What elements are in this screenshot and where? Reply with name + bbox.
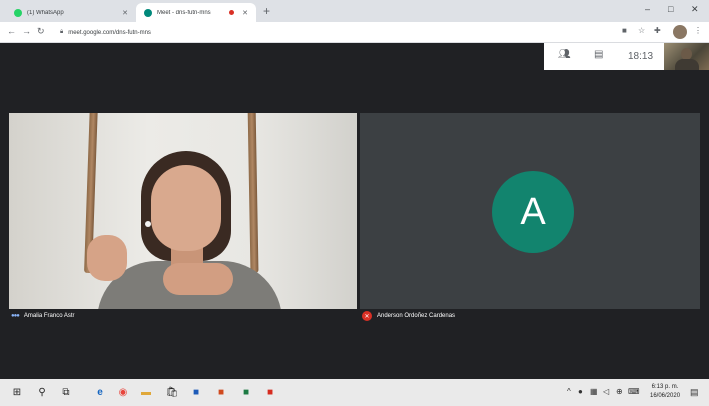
avatar: A: [492, 171, 574, 253]
task-view-icon[interactable]: ⧉: [60, 386, 72, 398]
chevron-up-icon[interactable]: ^: [567, 387, 571, 396]
powerpoint-icon[interactable]: ■: [215, 386, 227, 398]
participants-icon[interactable]: 👥︎: [558, 49, 571, 60]
profile-avatar[interactable]: [673, 25, 687, 39]
acrobat-icon[interactable]: ■: [264, 386, 276, 398]
lock-icon: 🔒︎: [60, 29, 64, 35]
participant-name-left: ●●● Amalia Franco Astr: [11, 309, 75, 323]
participant-tile-video[interactable]: [9, 113, 357, 309]
meet-top-controls: 👥︎ ▤ 18:13: [544, 43, 709, 70]
tab-meet[interactable]: Meet - dns-futn-mns ✕: [136, 3, 256, 22]
meet-stage: 👥︎ ▤ 18:13 A ●●● Amalia Franco Astr ✕ An…: [0, 43, 709, 379]
browser-toolbar: ← → ↻ 🔒︎ meet.google.com/dns-futn-mns ■ …: [0, 22, 709, 43]
whatsapp-icon: [14, 8, 22, 17]
camera-permission-icon[interactable]: ■: [622, 26, 627, 35]
language-icon[interactable]: ⊕: [616, 387, 623, 396]
tab-whatsapp[interactable]: (1) WhatsApp ✕: [6, 3, 136, 22]
forward-icon[interactable]: →: [22, 26, 31, 36]
maximize-button[interactable]: □: [668, 4, 673, 14]
notifications-icon[interactable]: ▤: [690, 387, 699, 398]
mic-off-icon: ✕: [362, 311, 372, 321]
chrome-icon[interactable]: ◉: [117, 386, 129, 398]
clock-date: 16/06/2020: [650, 393, 681, 399]
system-clock[interactable]: 6:13 p. m. 16/06/2020: [650, 383, 680, 401]
windows-taskbar: ⊞ ⚲ ⧉ e ◉ ▬ 🛍︎ ■ ■ ■ ■ ^ ● ▦ ◁ ⊕ ⌨ 6:13 …: [0, 379, 709, 406]
back-icon[interactable]: ←: [7, 26, 16, 36]
volume-icon[interactable]: ◁: [603, 387, 609, 396]
extension-icon[interactable]: ✚: [654, 26, 661, 35]
participant-name-right: ✕ Anderson Ordoñez Cardenas: [362, 309, 455, 323]
self-view-thumbnail[interactable]: [664, 43, 709, 70]
tab-title: Meet - dns-futn-mns: [157, 9, 211, 16]
store-icon[interactable]: 🛍︎: [166, 386, 179, 398]
new-tab-button[interactable]: +: [263, 4, 270, 18]
address-bar[interactable]: 🔒︎ meet.google.com/dns-futn-mns: [60, 25, 620, 40]
close-window-button[interactable]: ✕: [691, 4, 699, 15]
speaking-indicator-icon: ●●●: [11, 313, 20, 319]
close-tab-icon[interactable]: ✕: [242, 9, 248, 17]
keyboard-icon[interactable]: ⌨: [628, 387, 640, 396]
search-icon[interactable]: ⚲: [36, 386, 48, 398]
menu-icon[interactable]: ⋮: [694, 26, 702, 35]
close-tab-icon[interactable]: ✕: [122, 9, 128, 17]
participant-tile-avatar[interactable]: A: [360, 113, 700, 309]
recording-indicator-icon: [229, 10, 235, 15]
reload-icon[interactable]: ↻: [37, 26, 45, 37]
file-explorer-icon[interactable]: ▬: [140, 386, 152, 398]
participant-name: Amalia Franco Astr: [23, 313, 75, 319]
word-icon[interactable]: ■: [190, 386, 202, 398]
url-text: meet.google.com/dns-futn-mns: [68, 29, 151, 36]
participant-name: Anderson Ordoñez Cardenas: [377, 313, 456, 319]
edge-icon[interactable]: e: [94, 386, 106, 398]
chat-icon[interactable]: ▤: [594, 49, 603, 60]
tab-title: (1) WhatsApp: [27, 9, 64, 16]
network-icon[interactable]: ▦: [590, 387, 598, 396]
meet-icon: [144, 8, 152, 17]
bookmark-star-icon[interactable]: ☆: [638, 26, 645, 35]
minimize-button[interactable]: –: [645, 4, 650, 14]
clock-time: 6:13 p. m.: [651, 384, 679, 390]
excel-icon[interactable]: ■: [240, 386, 252, 398]
microphone-icon[interactable]: ●: [578, 387, 583, 396]
meeting-time: 18:13: [628, 51, 654, 62]
browser-tab-strip: (1) WhatsApp ✕ Meet - dns-futn-mns ✕ + –…: [0, 0, 709, 22]
windows-start-icon[interactable]: ⊞: [11, 386, 23, 398]
